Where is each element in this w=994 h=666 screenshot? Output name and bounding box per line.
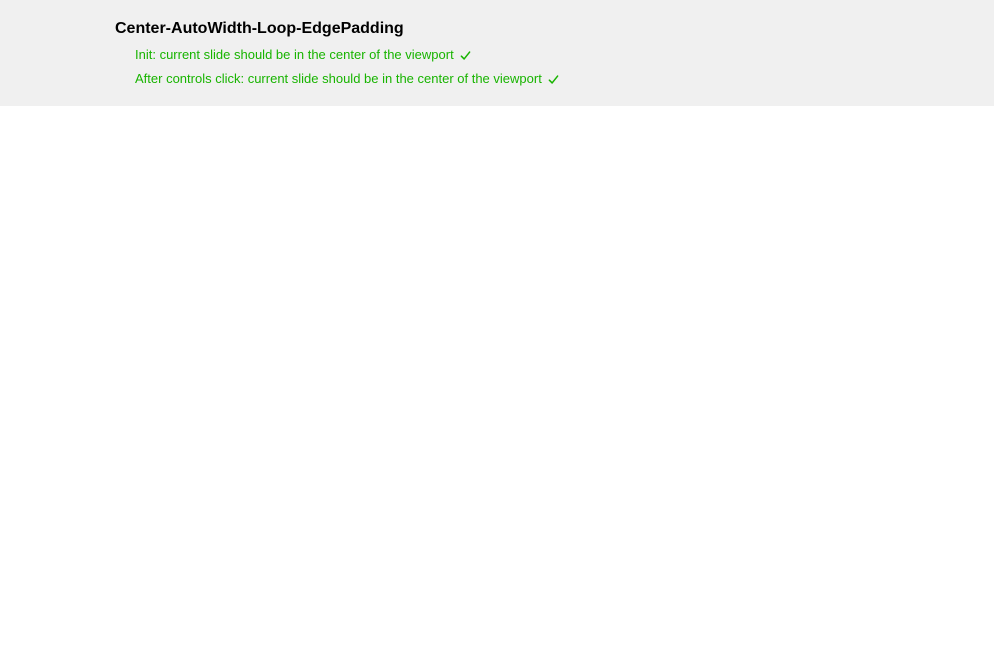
checkmark-icon: [548, 74, 559, 85]
test-suite-title: Center-AutoWidth-Loop-EdgePadding: [115, 20, 994, 38]
test-item-label: Init: current slide should be in the cen…: [135, 46, 454, 64]
test-item: After controls click: current slide shou…: [135, 70, 994, 88]
test-results-panel: Center-AutoWidth-Loop-EdgePadding Init: …: [0, 0, 994, 106]
test-item: Init: current slide should be in the cen…: [135, 46, 994, 64]
test-item-label: After controls click: current slide shou…: [135, 70, 542, 88]
test-list: Init: current slide should be in the cen…: [115, 46, 994, 88]
panel-content: Center-AutoWidth-Loop-EdgePadding Init: …: [0, 20, 994, 88]
checkmark-icon: [460, 50, 471, 61]
